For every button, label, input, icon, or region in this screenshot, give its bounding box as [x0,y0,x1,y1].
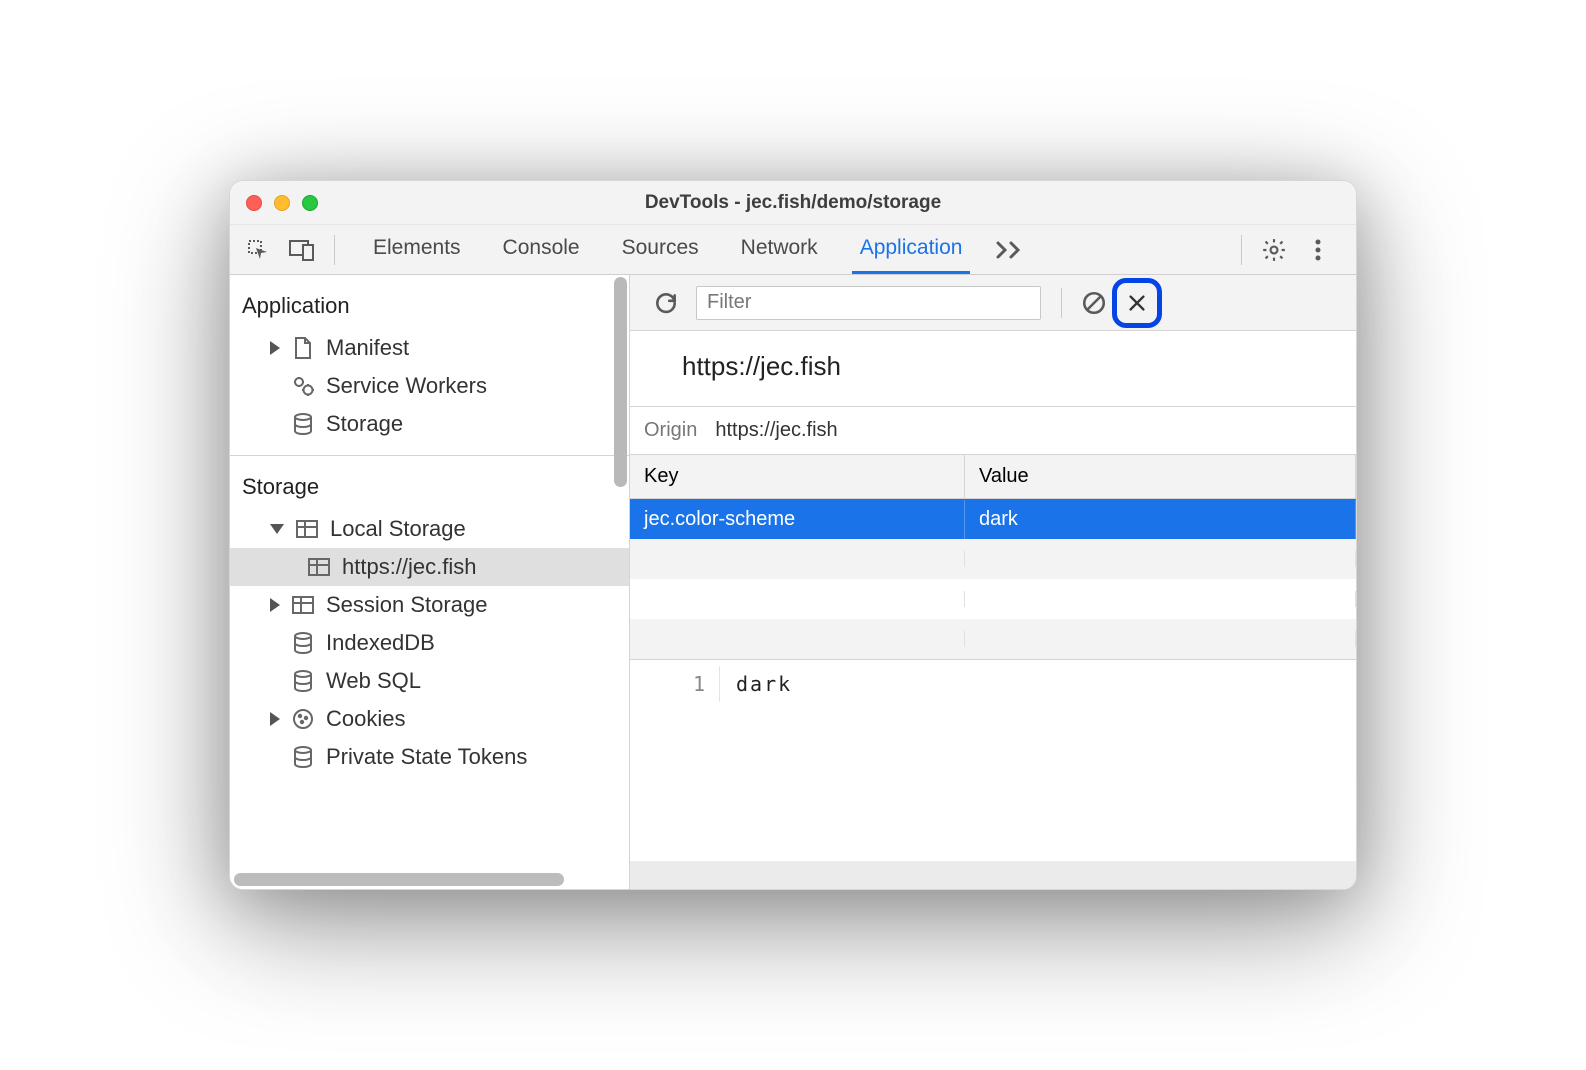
zoom-window-button[interactable] [302,195,318,211]
sidebar-item-label: Private State Tokens [326,744,527,770]
kebab-menu-icon[interactable] [1300,232,1336,268]
sidebar-item-label: Cookies [326,706,405,732]
col-value[interactable]: Value [965,455,1356,498]
table-icon [294,516,320,542]
sidebar-item-session-storage[interactable]: Session Storage [230,586,629,624]
devtools-window: DevTools - jec.fish/demo/storage Element… [229,180,1357,890]
sidebar-item-label: Storage [326,411,403,437]
sidebar-scrollbar[interactable] [614,277,627,487]
table-icon [306,554,332,580]
preview-value: dark [720,666,808,702]
tab-label: Application [860,236,963,260]
titlebar: DevTools - jec.fish/demo/storage [230,181,1356,225]
sidebar-item-label: IndexedDB [326,630,435,656]
database-icon [290,411,316,437]
origin-label: Origin [644,419,697,442]
separator [334,235,335,265]
clear-all-icon[interactable] [1076,285,1112,321]
tab-elements[interactable]: Elements [365,225,469,274]
sidebar-item-manifest[interactable]: Manifest [230,329,629,367]
tab-label: Network [741,236,818,260]
refresh-icon[interactable] [648,285,684,321]
separator [1241,235,1242,265]
cookie-icon [290,706,316,732]
close-window-button[interactable] [246,195,262,211]
document-icon [290,335,316,361]
grid-row-empty[interactable] [630,619,1356,659]
filter-input[interactable] [696,286,1041,320]
content-pane: https://jec.fish Origin https://jec.fish… [630,275,1356,889]
tab-network[interactable]: Network [733,225,826,274]
delete-selected-icon[interactable] [1119,285,1155,321]
sidebar-item-cookies[interactable]: Cookies [230,700,629,738]
highlighted-control [1112,278,1162,328]
grid-row-empty[interactable] [630,539,1356,579]
more-tabs-button[interactable] [996,240,1024,260]
grid-header: Key Value [630,455,1356,499]
value-preview: 1 dark [630,659,1356,861]
chevron-right-icon [270,598,280,612]
sidebar-section-storage: Storage [230,456,629,510]
col-key[interactable]: Key [630,455,965,498]
database-icon [290,668,316,694]
sidebar-scrollbar-horizontal[interactable] [234,873,564,886]
traffic-lights [246,195,318,211]
chevron-right-icon [270,341,280,355]
cell-key: jec.color-scheme [630,500,965,539]
grid-row[interactable]: jec.color-scheme dark [630,499,1356,539]
sidebar-item-label: Manifest [326,335,409,361]
chevron-down-icon [270,524,284,534]
line-number: 1 [630,666,720,702]
window-title: DevTools - jec.fish/demo/storage [230,192,1356,214]
device-toolbar-icon[interactable] [284,232,320,268]
sidebar: Application Manifest Service Workers [230,275,630,889]
sidebar-item-storage[interactable]: Storage [230,405,629,443]
tab-label: Elements [373,236,461,260]
separator [1061,288,1062,318]
minimize-window-button[interactable] [274,195,290,211]
grid-row-empty[interactable] [630,579,1356,619]
sidebar-item-label: Service Workers [326,373,487,399]
sidebar-item-label: https://jec.fish [342,554,477,580]
tab-application[interactable]: Application [852,225,971,274]
storage-grid: Key Value jec.color-scheme dark [630,455,1356,659]
sidebar-item-local-storage-origin[interactable]: https://jec.fish [230,548,629,586]
table-icon [290,592,316,618]
storage-toolbar [630,275,1356,331]
status-strip [630,861,1356,889]
sidebar-item-private-state-tokens[interactable]: Private State Tokens [230,738,629,776]
cell-value: dark [965,500,1356,539]
tab-label: Sources [622,236,699,260]
sidebar-section-application: Application [230,275,629,329]
origin-heading: https://jec.fish [630,331,1356,407]
sidebar-item-local-storage[interactable]: Local Storage [230,510,629,548]
chevron-right-icon [270,712,280,726]
tab-label: Console [503,236,580,260]
sidebar-item-indexeddb[interactable]: IndexedDB [230,624,629,662]
inspect-element-icon[interactable] [240,232,276,268]
tab-sources[interactable]: Sources [614,225,707,274]
main-tabbar: Elements Console Sources Network Applica… [230,225,1356,275]
origin-value: https://jec.fish [715,419,837,442]
origin-row: Origin https://jec.fish [630,407,1356,455]
sidebar-item-label: Session Storage [326,592,487,618]
sidebar-item-label: Web SQL [326,668,421,694]
gears-icon [290,373,316,399]
sidebar-item-label: Local Storage [330,516,466,542]
database-icon [290,630,316,656]
settings-icon[interactable] [1256,232,1292,268]
database-icon [290,744,316,770]
sidebar-item-web-sql[interactable]: Web SQL [230,662,629,700]
tab-console[interactable]: Console [495,225,588,274]
sidebar-item-service-workers[interactable]: Service Workers [230,367,629,405]
